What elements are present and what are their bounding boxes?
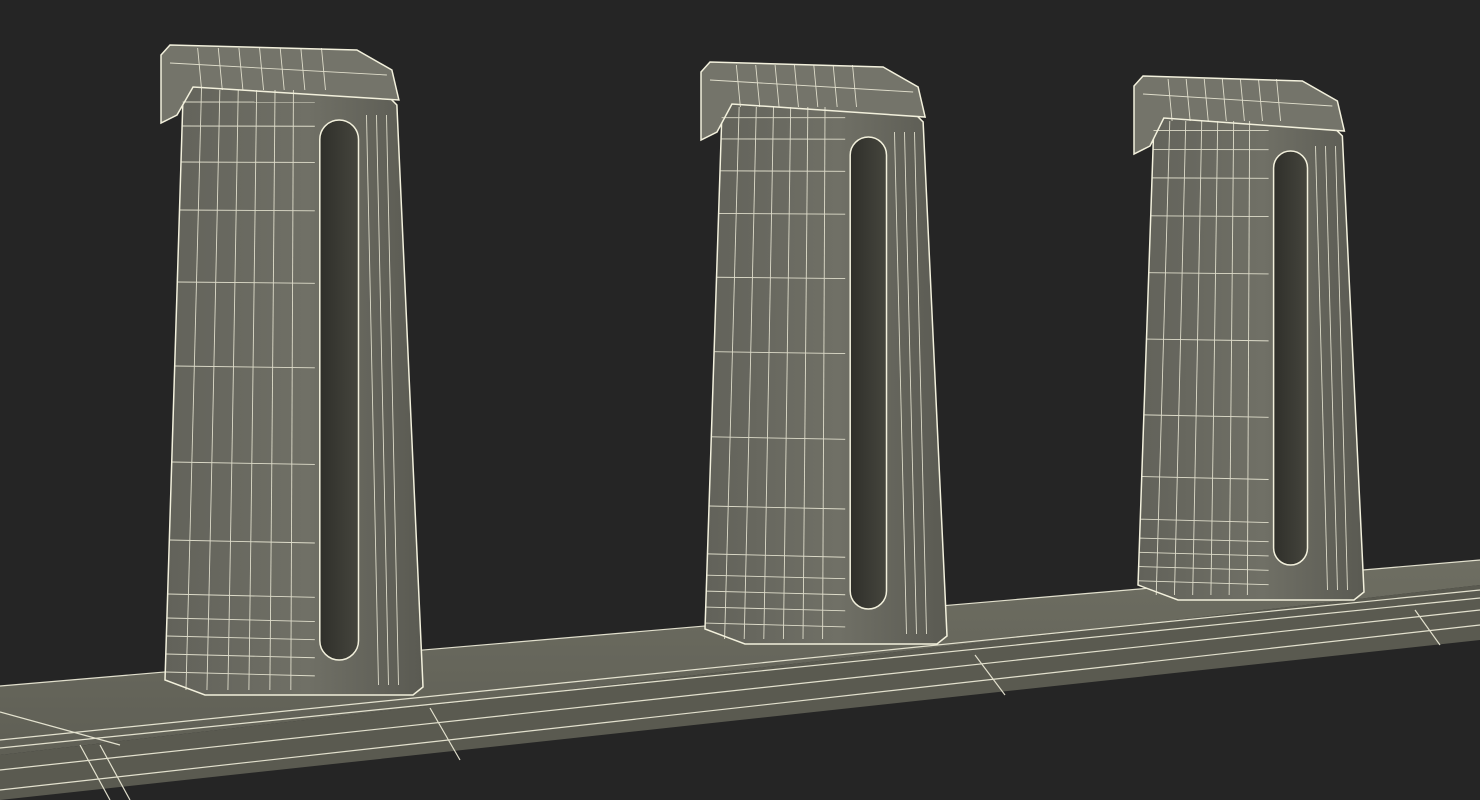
hook-post-right [1133, 75, 1365, 601]
wireframe-render [0, 44, 1480, 800]
render-viewport [0, 0, 1480, 800]
hook-post-left [160, 44, 424, 696]
hook-post-middle [700, 61, 948, 645]
